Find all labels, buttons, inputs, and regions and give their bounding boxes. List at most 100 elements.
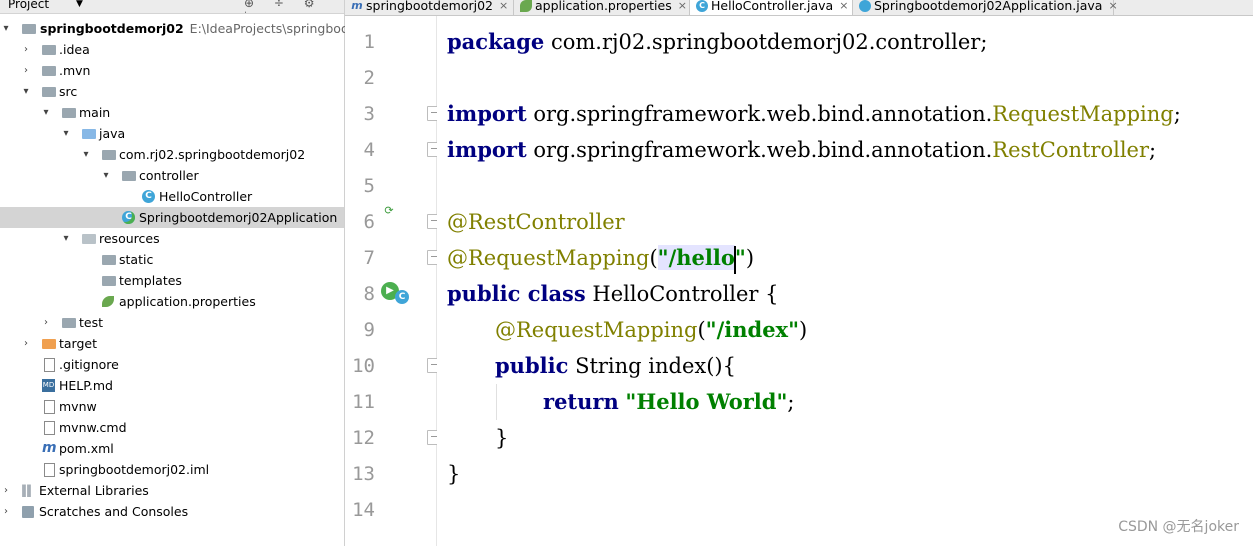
expand-arrow-icon[interactable]: ▾ [0,18,12,39]
code-editor[interactable]: package com.rj02.springbootdemorj02.cont… [437,16,1253,546]
excluded-folder-icon [42,339,56,349]
expand-arrow-icon[interactable]: ▾ [80,144,92,165]
tree-item-label: .idea [59,42,90,57]
tree-item-label: static [119,252,154,267]
close-tab-icon[interactable]: × [839,0,848,12]
tab-application-class[interactable]: Springbootdemorj02Application.java × [853,0,1118,15]
tree-item-iml[interactable]: springbootdemorj02.iml [0,459,344,480]
tree-item-target[interactable]: › target [0,333,344,354]
tree-item-mvnw-cmd[interactable]: mvnw.cmd [0,417,344,438]
folder-icon [102,276,116,286]
collapse-arrow-icon[interactable]: › [20,333,32,354]
code-line-8[interactable]: public class HelloController { [447,276,779,312]
code-line-12[interactable]: } [495,420,508,456]
tab-application-properties[interactable]: application.properties × [514,0,690,15]
run-gutter-icon[interactable]: ⟳ [382,204,396,218]
tab-hello-controller[interactable]: C HelloController.java × [690,0,853,15]
project-path: E:\IdeaProjects\springbootde [189,21,370,36]
tree-item-mvn[interactable]: › .mvn [0,60,344,81]
tree-item-application-class[interactable]: C Springbootdemorj02Application [0,207,344,228]
tree-item-mvnw[interactable]: mvnw [0,396,344,417]
collapse-arrow-icon[interactable]: › [20,60,32,81]
tree-item-gitignore[interactable]: .gitignore [0,354,344,375]
expand-arrow-icon[interactable]: ▾ [40,102,52,123]
tree-item-external-libraries[interactable]: › ‖‖ External Libraries [0,480,344,501]
tree-item-label: com.rj02.springbootdemorj02 [119,147,306,162]
tree-item-application-properties[interactable]: application.properties [0,291,344,312]
close-tab-icon[interactable]: × [678,0,687,12]
tree-item-label: main [79,105,111,120]
tab-label: HelloController.java [711,0,834,13]
project-panel: Project ▼ ⊕ ÷ ⚙ ⊢ ▾ springbootdemorj02E:… [0,0,369,546]
tree-item-controller[interactable]: ▾ controller [0,165,344,186]
tree-item-package[interactable]: ▾ com.rj02.springbootdemorj02 [0,144,344,165]
tree-item-main[interactable]: ▾ main [0,102,344,123]
code-line-7[interactable]: @RequestMapping("/hello") [447,240,754,276]
code-line-10[interactable]: public String index(){ [495,348,736,384]
tree-item-label: Springbootdemorj02Application [139,210,338,225]
editor-gutter[interactable]: 1 2 3 4 5 6 7 8 9 10 11 12 13 14 ⟳ ▶ C [345,16,444,546]
maven-file-icon: m [42,440,57,456]
tree-item-idea[interactable]: › .idea [0,39,344,60]
line-number: 7 [363,247,375,269]
expand-arrow-icon[interactable]: ▾ [60,123,72,144]
tree-item-label: test [79,315,104,330]
tree-item-scratches[interactable]: › Scratches and Consoles [0,501,344,522]
close-tab-icon[interactable]: × [1108,0,1117,12]
editor-tab-bar: m springbootdemorj02 × application.propert… [345,0,1253,16]
tree-item-java[interactable]: ▾ java [0,123,344,144]
spring-boot-app-class-icon: C [122,211,135,224]
expand-arrow-icon[interactable]: ▾ [60,228,72,249]
tree-item-label: .mvn [59,63,91,78]
line-number: 4 [363,139,375,161]
tree-item-hello-controller[interactable]: C HelloController [0,186,344,207]
tree-item-project-root[interactable]: ▾ springbootdemorj02 E:\IdeaProjects\spri… [0,18,369,39]
code-line-9[interactable]: @RequestMapping("/index") [495,312,807,348]
folder-icon [102,255,116,265]
file-icon [44,421,55,435]
line-number: 13 [352,463,375,485]
folder-icon [42,66,56,76]
tree-item-label: pom.xml [59,441,114,456]
code-line-13[interactable]: } [447,456,460,492]
file-icon [44,358,55,372]
code-line-11[interactable]: return "Hello World"; [543,384,794,420]
tree-item-test[interactable]: › test [0,312,344,333]
line-number: 11 [352,391,375,413]
tree-item-static[interactable]: static [0,249,344,270]
tab-springbootdemorj02[interactable]: m springbootdemorj02 × [345,0,514,15]
code-line-3[interactable]: import org.springframework.web.bind.anno… [447,96,1181,132]
tree-item-label: java [99,126,126,141]
libraries-icon: ‖‖ [21,483,32,497]
tree-item-src[interactable]: ▾ src [0,81,344,102]
expand-arrow-icon[interactable]: ▾ [20,81,32,102]
spring-boot-app-class-icon [859,0,871,12]
tree-item-label: target [59,336,98,351]
markdown-file-icon: MD [42,379,55,392]
collapse-arrow-icon[interactable]: › [0,480,12,501]
tree-item-help-md[interactable]: MD HELP.md [0,375,344,396]
expand-arrow-icon[interactable]: ▾ [100,165,112,186]
project-view-dropdown-icon[interactable]: ▼ [76,0,83,11]
indent-guide [496,384,497,420]
project-panel-title[interactable]: Project [8,0,49,11]
code-line-1[interactable]: package com.rj02.springbootdemorj02.cont… [447,24,987,60]
tree-item-resources[interactable]: ▾ resources [0,228,344,249]
close-tab-icon[interactable]: × [499,0,508,12]
tree-item-templates[interactable]: templates [0,270,344,291]
project-panel-tool-icons[interactable]: ⊕ ÷ ⚙ ⊢ [244,0,344,13]
tree-item-label: controller [139,168,199,183]
resources-folder-icon [82,234,96,244]
tree-item-label: templates [119,273,182,288]
tree-item-label: External Libraries [39,483,149,498]
file-icon [44,463,55,477]
collapse-arrow-icon[interactable]: › [0,501,12,522]
tree-item-label: springbootdemorj02.iml [59,462,210,477]
spring-properties-icon [102,296,114,307]
line-number: 2 [363,67,375,89]
collapse-arrow-icon[interactable]: › [40,312,52,333]
code-line-4[interactable]: import org.springframework.web.bind.anno… [447,132,1156,168]
tree-item-pom-xml[interactable]: m pom.xml [0,438,344,459]
code-line-6[interactable]: @RestController [447,204,625,240]
collapse-arrow-icon[interactable]: › [20,39,32,60]
